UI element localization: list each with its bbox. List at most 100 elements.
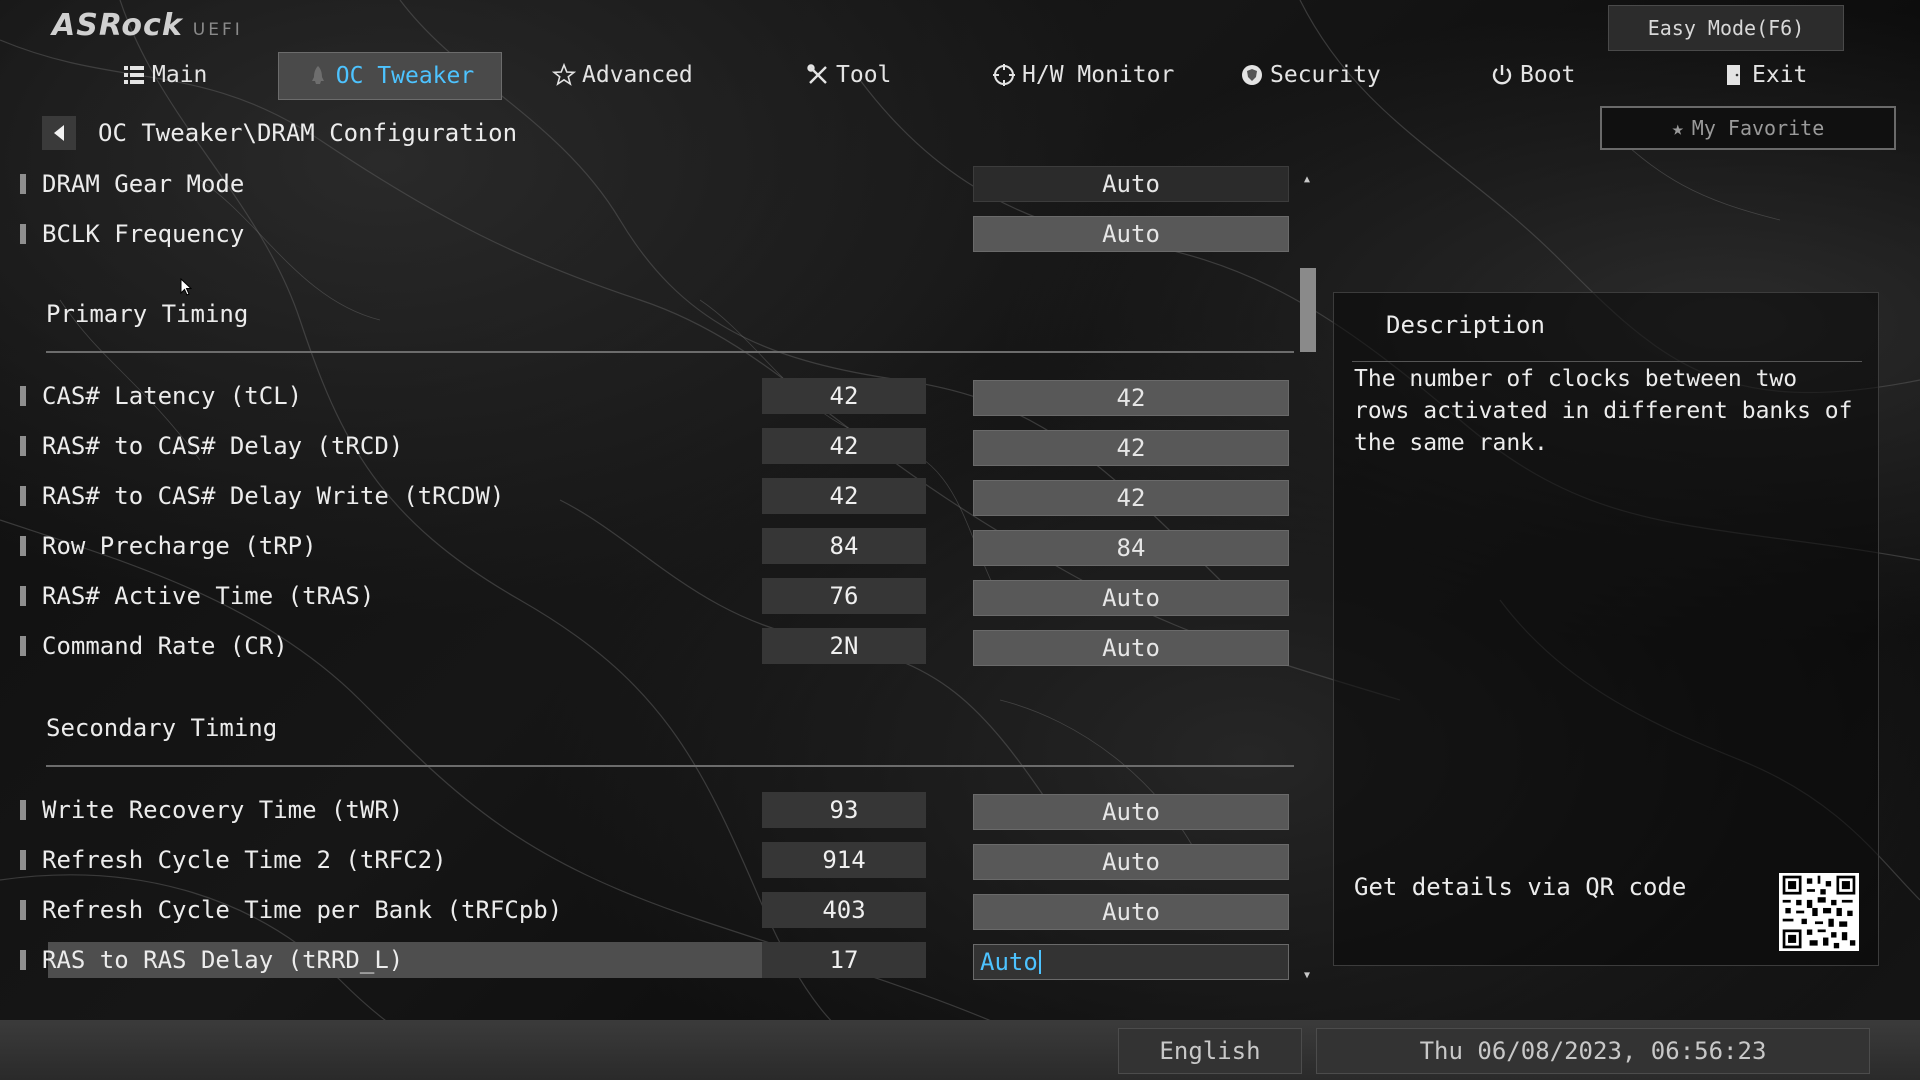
option-value[interactable]: Auto bbox=[973, 166, 1289, 202]
door-icon bbox=[1727, 65, 1740, 85]
my-favorite-label: My Favorite bbox=[1691, 116, 1825, 140]
tab-oc-tweaker-label: OC Tweaker bbox=[335, 63, 475, 89]
tab-exit-label: Exit bbox=[1752, 62, 1808, 88]
option-input-text: Auto bbox=[980, 948, 1038, 976]
option-value[interactable]: Auto bbox=[973, 580, 1289, 616]
row-marker bbox=[20, 586, 26, 606]
row-marker bbox=[20, 224, 26, 244]
row-marker bbox=[20, 486, 26, 506]
setting-row-twr[interactable]: Write Recovery Time (tWR) 93 Auto bbox=[20, 790, 1290, 830]
setting-label: RAS to RAS Delay (tRRD_L) bbox=[42, 946, 404, 974]
current-value: 403 bbox=[762, 892, 926, 928]
tab-tool[interactable]: Tool bbox=[806, 52, 891, 98]
option-value[interactable]: Auto bbox=[973, 844, 1289, 880]
setting-label: Write Recovery Time (tWR) bbox=[42, 796, 404, 824]
option-value[interactable]: 42 bbox=[973, 380, 1289, 416]
my-favorite-button[interactable]: ★ My Favorite bbox=[1600, 106, 1896, 150]
setting-row-trfcpb[interactable]: Refresh Cycle Time per Bank (tRFCpb) 403… bbox=[20, 890, 1290, 930]
setting-label: RAS# to CAS# Delay Write (tRCDW) bbox=[42, 482, 505, 510]
description-text: The number of clocks between two rows ac… bbox=[1354, 366, 1853, 456]
list-icon bbox=[124, 66, 144, 84]
setting-label: RAS# Active Time (tRAS) bbox=[42, 582, 375, 610]
setting-row-trp[interactable]: Row Precharge (tRP) 84 84 bbox=[20, 526, 1290, 566]
current-value: 84 bbox=[762, 528, 926, 564]
current-value: 42 bbox=[762, 428, 926, 464]
option-value[interactable]: Auto bbox=[973, 630, 1289, 666]
tab-security[interactable]: Security bbox=[1240, 52, 1381, 98]
crosshair-icon bbox=[993, 64, 1015, 86]
section-divider bbox=[46, 765, 1294, 767]
scroll-down-arrow-icon[interactable]: ▼ bbox=[1300, 968, 1314, 982]
asrock-logo: ASRock UEFI bbox=[52, 8, 243, 43]
setting-row-dram-gear-mode[interactable]: DRAM Gear Mode Auto bbox=[20, 164, 1290, 204]
row-marker bbox=[20, 386, 26, 406]
rocket-icon bbox=[311, 66, 324, 84]
easy-mode-button[interactable]: Easy Mode(F6) bbox=[1608, 5, 1844, 51]
tab-tool-label: Tool bbox=[836, 62, 892, 88]
description-title: Description bbox=[1386, 311, 1545, 339]
setting-row-trrd-l[interactable]: RAS to RAS Delay (tRRD_L) 17 Auto bbox=[20, 940, 1290, 980]
scroll-up-arrow-icon[interactable]: ▲ bbox=[1300, 172, 1314, 186]
tab-hw-monitor-label: H/W Monitor bbox=[1022, 62, 1175, 88]
section-title-secondary: Secondary Timing bbox=[46, 714, 278, 742]
option-value[interactable]: 84 bbox=[973, 530, 1289, 566]
scrollbar-thumb[interactable] bbox=[1300, 268, 1316, 352]
row-marker bbox=[20, 436, 26, 456]
option-value[interactable]: 42 bbox=[973, 480, 1289, 516]
setting-row-bclk-frequency[interactable]: Auto BCLK Frequency Auto bbox=[20, 214, 1290, 254]
row-marker bbox=[20, 900, 26, 920]
tab-exit[interactable]: Exit bbox=[1722, 52, 1807, 98]
tab-main[interactable]: Main bbox=[122, 52, 207, 98]
setting-label: CAS# Latency (tCL) bbox=[42, 382, 303, 410]
current-value: 17 bbox=[762, 942, 926, 978]
tab-hw-monitor[interactable]: H/W Monitor bbox=[992, 52, 1174, 98]
row-marker bbox=[20, 536, 26, 556]
breadcrumb: OC Tweaker\DRAM Configuration bbox=[42, 116, 517, 150]
tab-advanced[interactable]: Advanced bbox=[552, 52, 693, 98]
option-value[interactable]: 42 bbox=[973, 430, 1289, 466]
option-value[interactable]: Auto bbox=[973, 894, 1289, 930]
row-marker bbox=[20, 174, 26, 194]
row-marker bbox=[20, 950, 26, 970]
row-marker bbox=[20, 800, 26, 820]
setting-row-trcdw[interactable]: RAS# to CAS# Delay Write (tRCDW) 42 42 bbox=[20, 476, 1290, 516]
tools-icon bbox=[807, 64, 827, 84]
setting-label: Command Rate (CR) bbox=[42, 632, 288, 660]
description-divider bbox=[1352, 361, 1862, 362]
setting-row-trfc2[interactable]: Refresh Cycle Time 2 (tRFC2) 914 Auto bbox=[20, 840, 1290, 880]
mouse-pointer-icon bbox=[180, 278, 192, 296]
setting-row-trcd[interactable]: RAS# to CAS# Delay (tRCD) 42 42 bbox=[20, 426, 1290, 466]
setting-row-command-rate[interactable]: Command Rate (CR) 2N Auto bbox=[20, 626, 1290, 666]
text-caret bbox=[1038, 950, 1041, 974]
setting-row-tcl[interactable]: CAS# Latency (tCL) 42 42 bbox=[20, 376, 1290, 416]
back-arrow-icon bbox=[54, 125, 64, 141]
row-marker bbox=[20, 636, 26, 656]
tab-oc-tweaker[interactable]: OC Tweaker bbox=[278, 52, 502, 100]
tab-boot[interactable]: Boot bbox=[1490, 52, 1575, 98]
row-marker bbox=[20, 850, 26, 870]
option-value[interactable]: Auto bbox=[973, 216, 1289, 252]
option-input[interactable]: Auto bbox=[973, 944, 1289, 980]
description-panel: Description The number of clocks between… bbox=[1333, 292, 1879, 966]
datetime-display: Thu 06/08/2023, 06:56:23 bbox=[1316, 1028, 1870, 1074]
current-value: 93 bbox=[762, 792, 926, 828]
back-button[interactable] bbox=[42, 116, 76, 150]
qr-code[interactable] bbox=[1779, 873, 1859, 951]
star-icon bbox=[552, 63, 576, 86]
current-value: 42 bbox=[762, 478, 926, 514]
current-value: 2N bbox=[762, 628, 926, 664]
option-value[interactable]: Auto bbox=[973, 794, 1289, 830]
tab-main-label: Main bbox=[152, 62, 208, 88]
language-button[interactable]: English bbox=[1118, 1028, 1302, 1074]
setting-label: Row Precharge (tRP) bbox=[42, 532, 317, 560]
power-icon bbox=[1492, 65, 1512, 85]
setting-row-tras[interactable]: RAS# Active Time (tRAS) 76 Auto bbox=[20, 576, 1290, 616]
brand-name: ASRock bbox=[52, 8, 183, 43]
setting-label: RAS# to CAS# Delay (tRCD) bbox=[42, 432, 404, 460]
star-icon: ★ bbox=[1671, 116, 1684, 140]
section-divider bbox=[46, 351, 1294, 353]
current-value: 42 bbox=[762, 378, 926, 414]
qr-label: Get details via QR code bbox=[1354, 873, 1687, 901]
main-nav: Main OC Tweaker Advanced Tool H/W Monito… bbox=[0, 52, 1900, 100]
setting-label: Refresh Cycle Time per Bank (tRFCpb) bbox=[42, 896, 563, 924]
